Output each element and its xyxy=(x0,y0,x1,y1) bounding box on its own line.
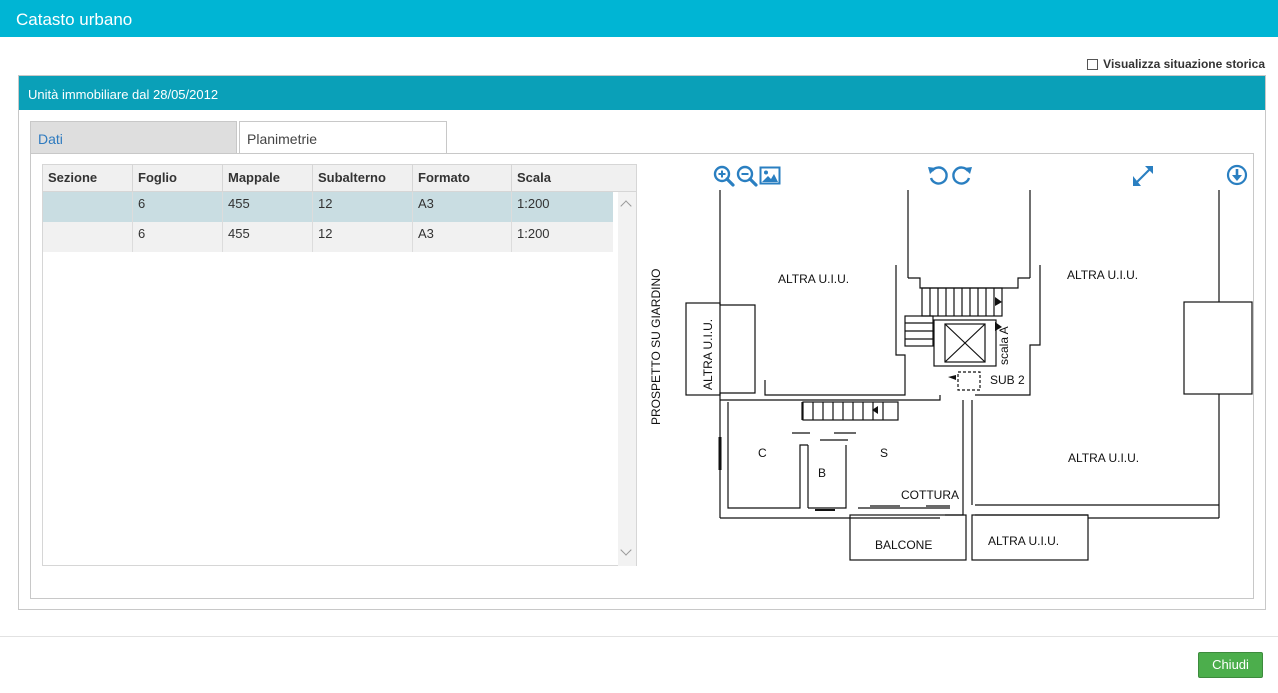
cell-foglio: 6 xyxy=(133,222,223,252)
tab-planimetrie-label: Planimetrie xyxy=(247,131,318,147)
table-row[interactable]: 6 455 12 A3 1:200 xyxy=(43,192,613,222)
label-room-s: S xyxy=(880,446,888,460)
cell-mappale: 455 xyxy=(223,192,313,222)
label-altra-left: ALTRA U.I.U. xyxy=(701,319,715,390)
label-altra-bottom: ALTRA U.I.U. xyxy=(988,534,1059,548)
cell-foglio: 6 xyxy=(133,192,223,222)
image-icon[interactable] xyxy=(759,163,781,187)
column-header-scala[interactable]: Scala xyxy=(512,165,613,191)
label-altra-right: ALTRA U.I.U. xyxy=(1068,451,1139,465)
cell-mappale: 455 xyxy=(223,222,313,252)
grid-header: Sezione Foglio Mappale Subalterno Format… xyxy=(43,165,636,192)
window-titlebar: Catasto urbano xyxy=(0,0,1278,37)
cell-formato: A3 xyxy=(413,192,512,222)
rotate-right-icon[interactable] xyxy=(951,163,973,187)
column-header-foglio[interactable]: Foglio xyxy=(133,165,223,191)
column-header-sezione[interactable]: Sezione xyxy=(43,165,133,191)
cell-sezione xyxy=(43,192,133,222)
zoom-in-icon[interactable] xyxy=(713,163,735,187)
cell-formato: A3 xyxy=(413,222,512,252)
cell-scala: 1:200 xyxy=(517,196,550,211)
rotate-left-icon[interactable] xyxy=(927,163,949,187)
history-toggle-label: Visualizza situazione storica xyxy=(1103,57,1265,71)
floorplan-image: ALTRA U.I.U. ALTRA U.I.U. ALTRA U.I.U. A… xyxy=(649,190,1253,561)
download-icon[interactable] xyxy=(1226,163,1248,187)
tab-dati-label: Dati xyxy=(38,131,63,147)
close-button[interactable]: Chiudi xyxy=(1198,652,1263,678)
label-altra-top-right: ALTRA U.I.U. xyxy=(1067,268,1138,282)
grid-scrollbar[interactable] xyxy=(618,192,636,566)
label-cottura: COTTURA xyxy=(901,488,959,502)
label-room-c: C xyxy=(758,446,767,460)
cell-scala: 1:200 xyxy=(517,226,550,241)
label-balcone: BALCONE xyxy=(875,538,932,552)
label-prospetto: PROSPETTO SU GIARDINO xyxy=(649,269,663,425)
cell-sezione xyxy=(43,222,133,252)
panel-header: Unità immobiliare dal 28/05/2012 xyxy=(19,76,1265,110)
scroll-up-icon[interactable] xyxy=(620,200,632,212)
label-room-b: B xyxy=(818,466,826,480)
history-checkbox[interactable] xyxy=(1087,58,1099,70)
window-title: Catasto urbano xyxy=(16,10,133,29)
cell-subalterno: 12 xyxy=(313,192,413,222)
table-row[interactable]: 6 455 12 A3 1:200 xyxy=(43,222,613,252)
planimetrie-grid: Sezione Foglio Mappale Subalterno Format… xyxy=(42,164,637,566)
history-toggle[interactable]: Visualizza situazione storica xyxy=(1087,57,1265,71)
panel-heading: Unità immobiliare dal 28/05/2012 xyxy=(28,87,219,102)
label-scala-a: scala A xyxy=(997,326,1011,365)
column-header-subalterno[interactable]: Subalterno xyxy=(313,165,413,191)
fullscreen-icon[interactable] xyxy=(1132,163,1154,187)
zoom-out-icon[interactable] xyxy=(736,163,758,187)
cell-subalterno: 12 xyxy=(313,222,413,252)
column-header-formato[interactable]: Formato xyxy=(413,165,512,191)
tab-dati[interactable]: Dati xyxy=(30,121,237,154)
label-altra-top-left: ALTRA U.I.U. xyxy=(778,272,849,286)
column-header-mappale[interactable]: Mappale xyxy=(223,165,313,191)
footer-divider xyxy=(0,636,1278,637)
tab-planimetrie[interactable]: Planimetrie xyxy=(239,121,447,154)
scroll-down-icon[interactable] xyxy=(620,544,632,556)
label-sub2: SUB 2 xyxy=(990,373,1025,387)
